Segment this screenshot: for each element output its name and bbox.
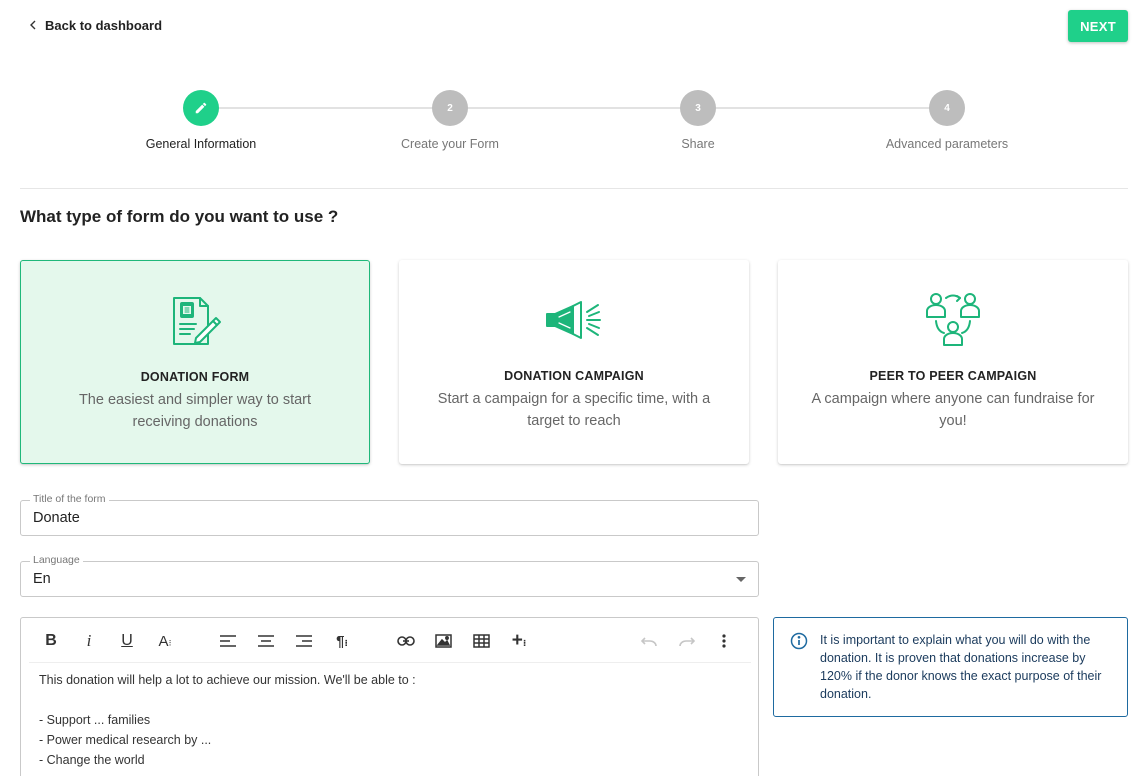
info-box: It is important to explain what you will… — [773, 617, 1128, 717]
link-icon[interactable] — [395, 630, 417, 652]
megaphone-icon — [544, 290, 604, 350]
step-circle — [183, 90, 219, 126]
more-vertical-icon[interactable] — [713, 630, 735, 652]
people-network-icon — [923, 290, 983, 350]
language-value: En — [33, 571, 51, 587]
step-label: General Information — [145, 137, 257, 151]
editor-toolbar: B i U A⁝ ¶⁝ +⁝ — [29, 618, 751, 663]
underline-icon[interactable]: U — [116, 630, 138, 652]
align-right-icon[interactable] — [293, 630, 315, 652]
info-icon — [790, 632, 808, 650]
insert-more-icon[interactable]: +⁝ — [508, 630, 530, 652]
italic-icon[interactable]: i — [78, 630, 100, 652]
donation-form-card[interactable]: DONATION FORM The easiest and simpler wa… — [20, 260, 370, 464]
title-field-label: Title of the form — [30, 493, 109, 505]
step-label: Share — [681, 137, 715, 151]
section-divider — [20, 188, 1128, 189]
image-icon[interactable] — [432, 630, 454, 652]
title-input[interactable] — [33, 510, 733, 526]
chevron-left-icon — [30, 20, 36, 30]
step-label: Advanced parameters — [885, 137, 1009, 151]
back-link-label: Back to dashboard — [45, 17, 163, 33]
language-field-label: Language — [30, 554, 83, 566]
paragraph-icon[interactable]: ¶⁝ — [331, 630, 353, 652]
card-description: Start a campaign for a specific time, wi… — [437, 391, 711, 429]
title-of-form-field[interactable]: Title of the form — [20, 493, 759, 536]
editor-content[interactable]: This donation will help a lot to achieve… — [39, 670, 739, 770]
align-center-icon[interactable] — [255, 630, 277, 652]
step-number: 4 — [929, 90, 965, 126]
pencil-icon — [195, 102, 207, 114]
table-icon[interactable] — [470, 630, 492, 652]
card-description: The easiest and simpler way to start rec… — [78, 392, 312, 430]
donation-campaign-card[interactable]: DONATION CAMPAIGN Start a campaign for a… — [399, 260, 749, 464]
step-general-information[interactable]: General Information — [101, 90, 301, 151]
next-button[interactable]: NEXT — [1068, 10, 1128, 42]
editor-line: This donation will help a lot to achieve… — [39, 673, 416, 687]
undo-icon[interactable] — [638, 630, 660, 652]
info-text: It is important to explain what you will… — [820, 633, 1102, 701]
font-size-icon[interactable]: A⁝ — [154, 630, 176, 652]
editor-line: - Power medical research by ... — [39, 733, 212, 747]
peer-to-peer-campaign-card[interactable]: PEER TO PEER CAMPAIGN A campaign where a… — [778, 260, 1128, 464]
stepper: General Information 2 Create your Form 3… — [0, 90, 1143, 160]
editor-line: - Support ... families — [39, 713, 151, 727]
card-title: PEER TO PEER CAMPAIGN — [869, 369, 1037, 383]
step-label: Create your Form — [401, 137, 499, 151]
language-select[interactable]: Language En — [20, 554, 759, 597]
redo-icon[interactable] — [676, 630, 698, 652]
back-to-dashboard-link[interactable]: Back to dashboard — [30, 16, 162, 34]
stepper-line — [201, 107, 947, 109]
step-create-your-form[interactable]: 2 Create your Form — [350, 90, 550, 151]
form-type-question: What type of form do you want to use ? — [20, 207, 339, 226]
align-left-icon[interactable] — [217, 630, 239, 652]
card-description: A campaign where anyone can fundraise fo… — [811, 391, 1095, 429]
card-title: DONATION CAMPAIGN — [504, 369, 644, 383]
document-pen-icon — [165, 291, 225, 351]
step-number: 2 — [432, 90, 468, 126]
dropdown-arrow-icon — [736, 577, 746, 582]
step-share[interactable]: 3 Share — [598, 90, 798, 151]
editor-line: - Change the world — [39, 753, 145, 767]
description-editor[interactable]: B i U A⁝ ¶⁝ +⁝ This donation will help a… — [20, 617, 759, 776]
card-title: DONATION FORM — [140, 370, 250, 384]
step-advanced-parameters[interactable]: 4 Advanced parameters — [847, 90, 1047, 151]
bold-icon[interactable]: B — [40, 630, 62, 652]
step-number: 3 — [680, 90, 716, 126]
